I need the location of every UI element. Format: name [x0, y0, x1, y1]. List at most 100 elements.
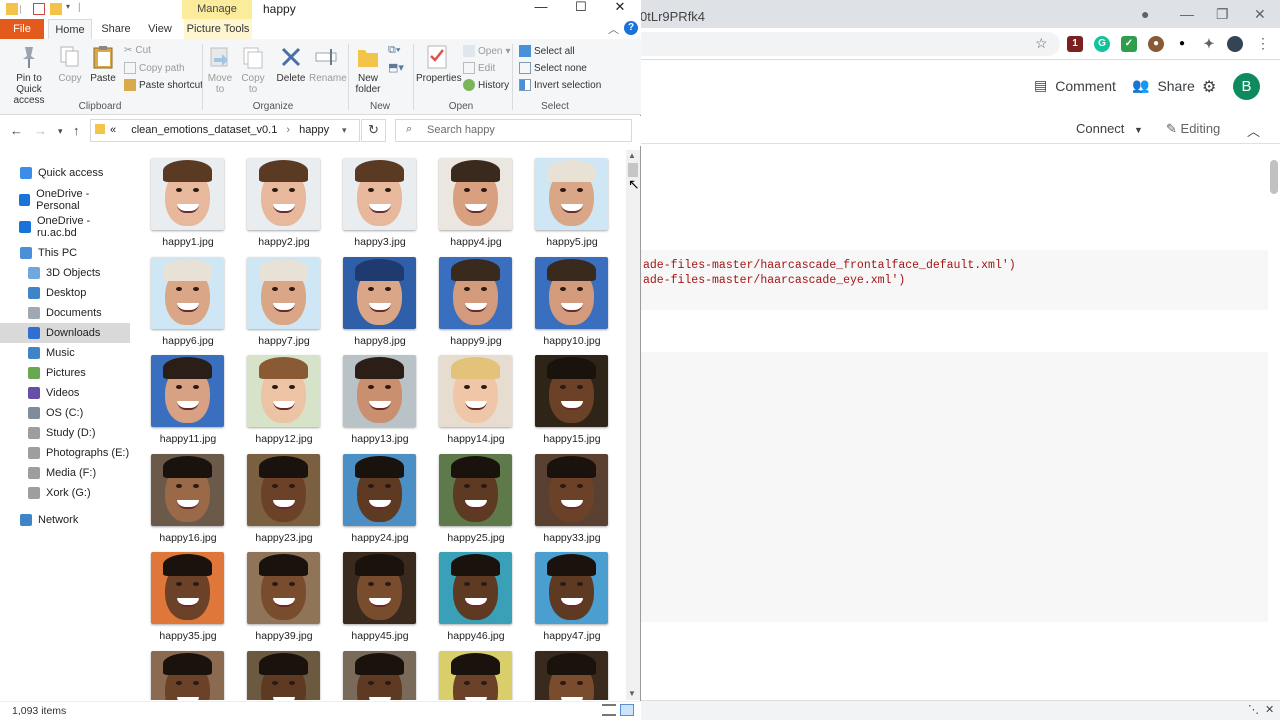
select-none-button[interactable]: Select none [519, 62, 587, 74]
cut-button[interactable]: ✂ Cut [124, 45, 151, 56]
file-tile[interactable]: happy5.jpg [524, 152, 620, 251]
close-downloads-icon[interactable]: ✕ [1265, 703, 1274, 716]
open-button[interactable]: Open ▾ [463, 45, 511, 57]
file-tile[interactable] [332, 645, 428, 700]
profile-avatar-icon[interactable] [1227, 36, 1243, 52]
nav-item[interactable]: Media (F:) [0, 463, 130, 483]
settings-gear-icon[interactable]: ⚙ [1202, 77, 1216, 97]
scroll-up-icon[interactable]: ▲ [628, 151, 636, 160]
resize-handle-icon[interactable]: ⋱ [1248, 703, 1259, 716]
close-icon[interactable]: ✕ [1254, 6, 1266, 23]
minimize-icon[interactable]: — [1180, 6, 1194, 22]
file-tile[interactable]: happy25.jpg [428, 448, 524, 547]
new-folder-button[interactable]: New folder [352, 44, 384, 95]
url-text[interactable]: 0tLr9PRfk4 [640, 9, 705, 24]
properties-qat-icon[interactable] [33, 3, 45, 15]
share-button[interactable]: 👥 Share [1132, 77, 1195, 94]
puzzle-icon[interactable]: ✦ [1201, 36, 1217, 52]
invert-selection-button[interactable]: Invert selection [519, 79, 601, 91]
extension-check-icon[interactable]: ✓ [1121, 36, 1137, 52]
rename-button[interactable]: Rename [309, 44, 347, 84]
address-dropdown-icon[interactable]: ▾ [342, 125, 347, 136]
recent-locations-icon[interactable]: ▾ [58, 126, 63, 137]
paste-button[interactable]: Paste [89, 44, 117, 84]
manage-tab[interactable]: Manage [182, 0, 252, 19]
bookmark-star-icon[interactable]: ☆ [1035, 35, 1048, 52]
up-arrow-icon[interactable]: ↑ [73, 123, 80, 138]
copy-to-button[interactable]: Copy to [239, 44, 267, 95]
nav-item[interactable]: OneDrive - Personal [0, 188, 130, 212]
details-view-icon[interactable] [602, 704, 616, 716]
notebook-scrollbar[interactable] [1270, 160, 1278, 194]
file-tile[interactable] [524, 645, 620, 700]
restore-icon[interactable]: ❐ [1216, 6, 1229, 23]
help-icon[interactable]: ? [624, 21, 638, 35]
extension-icon[interactable]: 1 [1067, 36, 1083, 52]
grammarly-icon[interactable]: G [1094, 36, 1110, 52]
nav-item[interactable]: OS (C:) [0, 403, 130, 423]
editing-button[interactable]: ✎ Editing [1166, 121, 1220, 137]
tab-share[interactable]: Share [96, 19, 136, 39]
file-tile[interactable]: happy9.jpg [428, 251, 524, 350]
nav-item[interactable]: Music [0, 343, 130, 363]
nav-item[interactable]: 3D Objects [0, 263, 130, 283]
move-to-button[interactable]: Move to [206, 44, 234, 95]
nav-item[interactable]: Network [0, 510, 130, 530]
file-tile[interactable]: happy10.jpg [524, 251, 620, 350]
properties-button[interactable]: Properties [416, 44, 462, 84]
file-tile[interactable]: happy3.jpg [332, 152, 428, 251]
nav-item[interactable]: Xork (G:) [0, 483, 130, 503]
file-tile[interactable]: happy7.jpg [236, 251, 332, 350]
select-all-button[interactable]: Select all [519, 45, 575, 57]
file-tile[interactable]: happy35.jpg [140, 546, 236, 645]
history-button[interactable]: History [463, 79, 509, 91]
copy-path-button[interactable]: Copy path [124, 62, 185, 74]
nav-item[interactable]: Documents [0, 303, 130, 323]
delete-button[interactable]: Delete [276, 44, 306, 84]
profile-dropdown-icon[interactable]: ● [1141, 6, 1149, 22]
tab-view[interactable]: View [140, 19, 180, 39]
account-avatar[interactable]: B [1233, 73, 1260, 100]
nav-item[interactable]: Quick access [0, 163, 130, 183]
file-tile[interactable] [140, 645, 236, 700]
maximize-icon[interactable]: ☐ [561, 0, 601, 19]
nav-item[interactable]: Study (D:) [0, 423, 130, 443]
pin-to-quick-access-button[interactable]: Pin to Quick access [4, 44, 54, 106]
file-tile[interactable]: happy23.jpg [236, 448, 332, 547]
nav-item[interactable]: Downloads [0, 323, 130, 343]
file-tile[interactable]: happy46.jpg [428, 546, 524, 645]
back-arrow-icon[interactable]: ← [10, 123, 23, 138]
file-tile[interactable]: happy39.jpg [236, 546, 332, 645]
new-item-icon[interactable]: ⧉▾ [388, 44, 400, 57]
nav-item[interactable]: OneDrive - ru.ac.bd [0, 215, 130, 239]
vertical-scrollbar[interactable] [626, 150, 640, 700]
tab-picture-tools[interactable]: Picture Tools [184, 19, 252, 39]
file-tile[interactable]: happy33.jpg [524, 448, 620, 547]
nav-item[interactable]: Desktop [0, 283, 130, 303]
file-tile[interactable]: happy4.jpg [428, 152, 524, 251]
refresh-button[interactable]: ↻ [361, 119, 386, 142]
file-tile[interactable]: happy8.jpg [332, 251, 428, 350]
file-tile[interactable]: happy14.jpg [428, 349, 524, 448]
collapse-ribbon-icon[interactable]: ︿ [608, 21, 619, 37]
code-cell[interactable] [640, 352, 1268, 622]
file-tile[interactable]: happy16.jpg [140, 448, 236, 547]
new-folder-qat-icon[interactable] [50, 3, 62, 15]
file-tile[interactable]: happy12.jpg [236, 349, 332, 448]
large-icons-view-icon[interactable] [620, 704, 634, 716]
file-tile[interactable]: happy24.jpg [332, 448, 428, 547]
forward-arrow-icon[interactable]: → [34, 123, 47, 138]
tab-file[interactable]: File [0, 19, 44, 39]
qat-dropdown-icon[interactable]: ▾ [66, 2, 70, 11]
paste-shortcut-button[interactable]: Paste shortcut [124, 79, 203, 91]
file-tile[interactable]: happy15.jpg [524, 349, 620, 448]
panda-icon[interactable]: ● [1174, 36, 1190, 52]
easy-access-icon[interactable]: ⬒▾ [388, 61, 404, 74]
close-icon[interactable]: ✕ [600, 0, 640, 19]
edit-button[interactable]: Edit [463, 62, 495, 74]
minimize-icon[interactable]: — [521, 0, 561, 19]
file-tile[interactable]: happy2.jpg [236, 152, 332, 251]
file-tile[interactable]: happy11.jpg [140, 349, 236, 448]
browser-menu-icon[interactable]: ⋮ [1256, 35, 1270, 52]
cookie-icon[interactable]: ● [1148, 36, 1164, 52]
